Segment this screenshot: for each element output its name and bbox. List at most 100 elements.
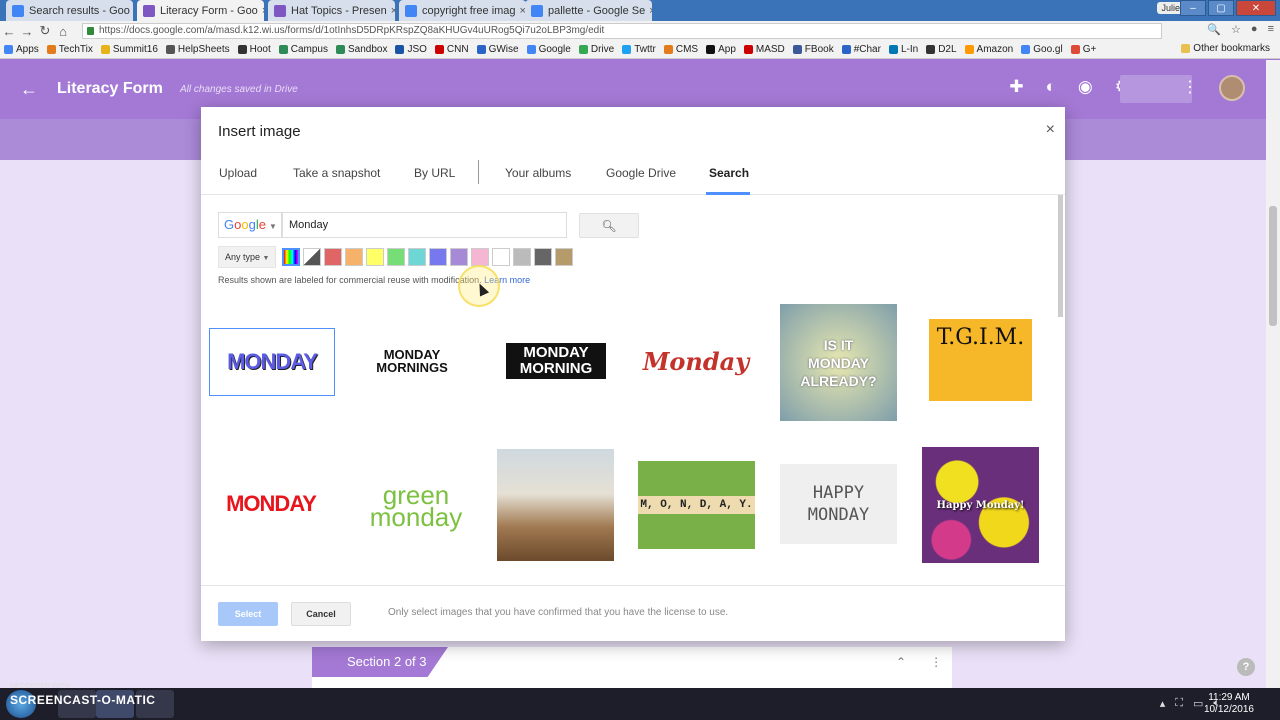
star-icon[interactable]: ☆ xyxy=(1231,23,1241,36)
browser-tab[interactable]: copyright free imag × xyxy=(399,0,526,21)
color-swatch[interactable] xyxy=(345,248,363,266)
bookmark-item[interactable]: TechTix xyxy=(43,44,97,55)
bookmark-item[interactable]: Campus xyxy=(275,44,332,55)
search-button[interactable]: 🔍︎ xyxy=(579,213,639,238)
image-result[interactable]: MONDAY xyxy=(209,328,335,396)
zoom-icon[interactable]: 🔍 xyxy=(1207,23,1221,36)
tab-your-albums[interactable]: Your albums xyxy=(505,166,571,180)
tab-snapshot[interactable]: Take a snapshot xyxy=(293,166,380,180)
color-swatch[interactable] xyxy=(471,248,489,266)
bookmark-item[interactable]: CNN xyxy=(431,44,473,55)
bookmark-item[interactable]: #Char xyxy=(838,44,885,55)
bookmark-item[interactable]: Amazon xyxy=(961,44,1018,55)
bookmark-item[interactable]: D2L xyxy=(922,44,960,55)
bookmark-item[interactable]: App xyxy=(702,44,740,55)
tab-close-icon[interactable]: × xyxy=(130,5,133,17)
bookmark-item[interactable]: Google xyxy=(523,44,575,55)
image-result[interactable]: MONDAY MORNING xyxy=(497,335,615,387)
menu-icon[interactable]: ≡ xyxy=(1268,23,1274,36)
color-swatch[interactable] xyxy=(387,248,405,266)
addons-icon[interactable]: ✚ xyxy=(1009,77,1023,97)
section-more-icon[interactable]: ⋮ xyxy=(930,655,942,669)
network-icon[interactable]: ⛶ xyxy=(1175,697,1183,710)
home-icon[interactable]: ⌂ xyxy=(54,24,72,39)
color-swatch[interactable] xyxy=(429,248,447,266)
image-result[interactable]: Monday xyxy=(637,335,755,387)
search-engine-select[interactable]: Google ▼ xyxy=(218,212,282,238)
color-swatch[interactable] xyxy=(366,248,384,266)
dialog-close-icon[interactable]: × xyxy=(1046,121,1055,139)
page-scroll-thumb[interactable] xyxy=(1269,206,1277,326)
bookmark-item[interactable]: L-In xyxy=(885,44,922,55)
minimize-button[interactable]: – xyxy=(1180,0,1206,16)
cancel-button[interactable]: Cancel xyxy=(291,602,351,626)
back-icon[interactable]: ← xyxy=(0,24,18,39)
bookmark-item[interactable]: Hoot xyxy=(234,44,275,55)
bookmark-item[interactable]: JSO xyxy=(391,44,430,55)
bookmark-item[interactable]: G+ xyxy=(1067,44,1101,55)
color-swatch[interactable] xyxy=(513,248,531,266)
image-result[interactable]: MONDAY xyxy=(215,482,327,526)
bookmark-item[interactable]: FBook xyxy=(789,44,838,55)
tab-by-url[interactable]: By URL xyxy=(414,166,455,180)
browser-tab[interactable]: pallette - Google Se× xyxy=(525,0,652,21)
image-search-input[interactable]: Monday xyxy=(282,212,567,238)
color-swatch[interactable] xyxy=(555,248,573,266)
browser-tab[interactable]: Hat Topics - Presen × xyxy=(268,0,395,21)
bookmark-item[interactable]: Twttr xyxy=(618,44,660,55)
color-swatch[interactable] xyxy=(303,248,321,266)
palette-icon[interactable]: ◐ xyxy=(1046,77,1056,97)
forward-icon[interactable]: → xyxy=(18,24,36,39)
tab-close-icon[interactable]: × xyxy=(387,5,395,17)
collapse-icon[interactable]: ⌃ xyxy=(896,655,906,669)
window-close-button[interactable]: ✕ xyxy=(1236,0,1276,16)
color-swatch[interactable] xyxy=(408,248,426,266)
bookmark-item[interactable]: Drive xyxy=(575,44,618,55)
type-filter-select[interactable]: Any type ▼ xyxy=(218,246,276,268)
page-scrollbar[interactable] xyxy=(1266,60,1280,688)
back-arrow-icon[interactable]: ← xyxy=(20,79,38,100)
tab-upload[interactable]: Upload xyxy=(219,166,257,180)
color-swatch[interactable] xyxy=(324,248,342,266)
image-result[interactable]: IS IT MONDAY ALREADY? xyxy=(780,304,897,421)
address-bar[interactable]: https://docs.google.com/a/masd.k12.wi.us… xyxy=(82,23,1162,39)
tray-arrow-icon[interactable]: ▴ xyxy=(1160,697,1166,710)
system-clock[interactable]: 11:29 AM 10/12/2016 xyxy=(1204,692,1254,716)
select-button[interactable]: Select xyxy=(218,602,278,626)
help-icon[interactable]: ? xyxy=(1237,658,1255,676)
bookmark-item[interactable]: Sandbox xyxy=(332,44,391,55)
color-swatch[interactable] xyxy=(282,248,300,266)
bookmark-item[interactable]: Goo.gl xyxy=(1017,44,1066,55)
form-title[interactable]: Literacy Form xyxy=(57,80,163,98)
image-result[interactable]: green monday xyxy=(355,477,477,535)
browser-tab[interactable]: Search results - Goo× xyxy=(6,0,133,21)
avatar[interactable] xyxy=(1219,75,1245,101)
browser-tab[interactable]: Literacy Form - Goo× xyxy=(137,0,264,21)
more-options-icon[interactable]: ⋮ xyxy=(1182,77,1198,97)
color-swatch[interactable] xyxy=(492,248,510,266)
bookmark-item[interactable]: GWise xyxy=(473,44,523,55)
image-result[interactable]: T.G.I.M. xyxy=(929,319,1032,401)
image-result[interactable]: M, O, N, D, A, Y. xyxy=(638,461,755,549)
results-scroll-thumb[interactable] xyxy=(1058,195,1063,317)
tab-search[interactable]: Search xyxy=(709,166,749,180)
color-swatch[interactable] xyxy=(534,248,552,266)
image-result[interactable]: HAPPY MONDAY xyxy=(780,464,897,544)
extension-icon[interactable]: ● xyxy=(1251,23,1258,36)
color-swatch[interactable] xyxy=(450,248,468,266)
image-result[interactable]: Happy Monday! xyxy=(922,447,1039,563)
reload-icon[interactable]: ↻ xyxy=(36,23,54,39)
bookmark-item[interactable]: Summit16 xyxy=(97,44,162,55)
bookmark-item[interactable]: CMS xyxy=(660,44,702,55)
image-result[interactable] xyxy=(497,449,614,561)
other-bookmarks[interactable]: Other bookmarks xyxy=(1177,43,1274,54)
tab-close-icon[interactable]: × xyxy=(258,5,264,17)
image-result[interactable]: MONDAY MORNINGS xyxy=(357,335,467,387)
maximize-button[interactable]: ▢ xyxy=(1208,0,1234,16)
bookmark-item[interactable]: HelpSheets xyxy=(162,44,234,55)
bookmark-item[interactable]: MASD xyxy=(740,44,789,55)
results-scrollbar[interactable] xyxy=(1056,195,1064,585)
bookmark-item[interactable]: Apps xyxy=(0,44,43,55)
monitor-icon[interactable]: ▭ xyxy=(1193,697,1203,710)
tab-google-drive[interactable]: Google Drive xyxy=(606,166,676,180)
